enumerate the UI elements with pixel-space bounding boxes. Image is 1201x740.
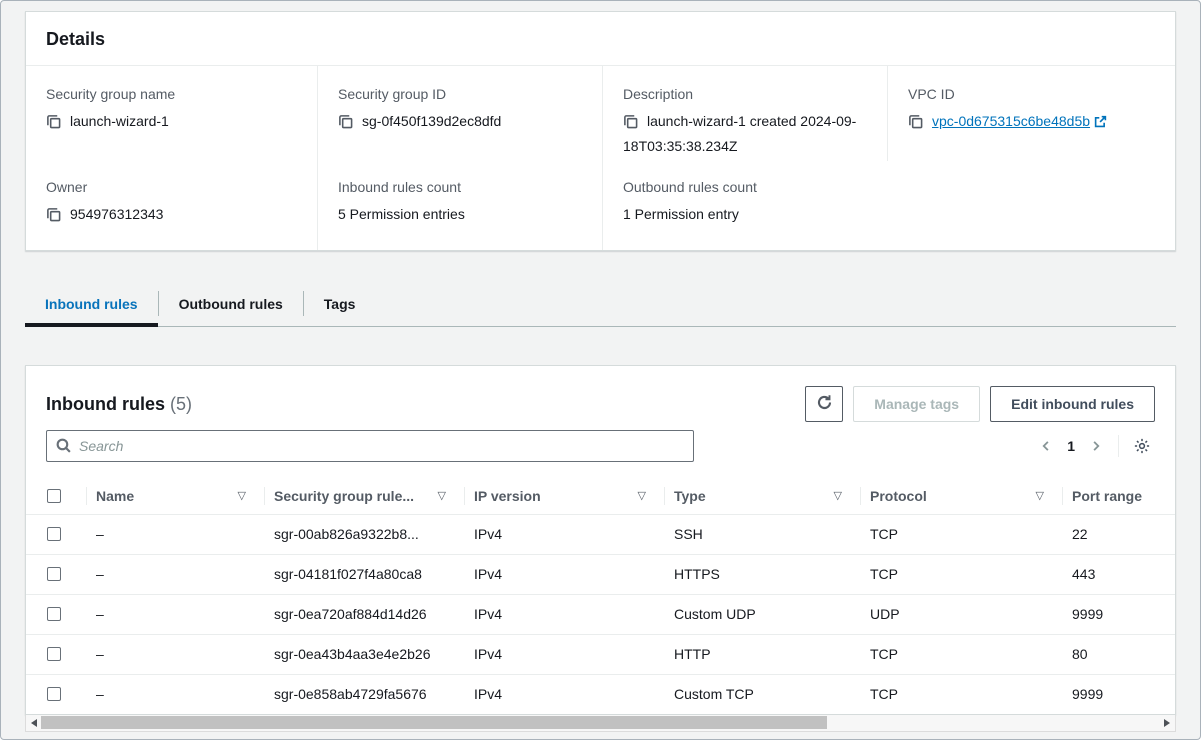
previous-page-button[interactable] — [1034, 434, 1058, 458]
column-header-ip-version: IP version▽ — [464, 478, 664, 514]
edit-inbound-rules-button[interactable]: Edit inbound rules — [990, 386, 1155, 422]
filter-icon[interactable]: ▽ — [638, 489, 654, 502]
row-checkbox[interactable] — [47, 567, 61, 581]
scroll-left-arrow[interactable] — [26, 715, 42, 730]
field-inbound-rules-count: Inbound rules count 5 Permission entries — [317, 161, 602, 250]
field-outbound-rules-count: Outbound rules count 1 Permission entry — [602, 161, 887, 250]
manage-tags-button[interactable]: Manage tags — [853, 386, 980, 422]
field-owner: Owner 954976312343 — [26, 161, 317, 250]
filter-icon[interactable]: ▽ — [238, 489, 254, 502]
copy-icon[interactable] — [908, 113, 923, 135]
security-group-page: Details Security group name launch-wizar… — [0, 0, 1201, 740]
field-description: Description launch-wizard-1 created 2024… — [602, 66, 887, 161]
search-input[interactable] — [46, 430, 694, 462]
search-box — [46, 430, 694, 462]
row-checkbox[interactable] — [47, 607, 61, 621]
field-security-group-id: Security group ID sg-0f450f139d2ec8dfd — [317, 66, 602, 161]
row-checkbox[interactable] — [47, 687, 61, 701]
inbound-rules-table: Name▽ Security group rule...▽ IP version… — [26, 478, 1175, 714]
pagination: 1 — [1034, 433, 1155, 459]
table-toolbar: 1 — [26, 430, 1175, 478]
vpc-id-link[interactable]: vpc-0d675315c6be48d5b — [932, 113, 1090, 129]
settings-gear-icon[interactable] — [1129, 433, 1155, 459]
pagination-divider — [1118, 435, 1119, 457]
tab-outbound-rules[interactable]: Outbound rules — [159, 281, 303, 326]
table-row: – sgr-0ea720af884d14d26 IPv4 Custom UDP … — [26, 594, 1175, 634]
scroll-right-icon — [1164, 719, 1170, 727]
inbound-rules-header: Inbound rules (5) Manage tags Edit inbou… — [26, 366, 1175, 430]
row-checkbox[interactable] — [47, 647, 61, 661]
column-header-type: Type▽ — [664, 478, 860, 514]
table-row: – sgr-0ea43b4aa3e4e2b26 IPv4 HTTP TCP 80 — [26, 634, 1175, 674]
details-grid-spacer — [887, 161, 1175, 250]
copy-icon[interactable] — [46, 206, 61, 228]
column-header-protocol: Protocol▽ — [860, 478, 1062, 514]
column-header-rule-id: Security group rule...▽ — [264, 478, 464, 514]
field-security-group-name: Security group name launch-wizard-1 — [26, 66, 317, 161]
table-row: – sgr-00ab826a9322b8... IPv4 SSH TCP 22 — [26, 514, 1175, 554]
table-row: – sgr-04181f027f4a80ca8 IPv4 HTTPS TCP 4… — [26, 554, 1175, 594]
scroll-left-icon — [31, 719, 37, 727]
horizontal-scrollbar — [25, 715, 1176, 732]
inbound-rules-card: Inbound rules (5) Manage tags Edit inbou… — [25, 365, 1176, 715]
scroll-right-arrow[interactable] — [1159, 715, 1175, 730]
external-link-icon — [1094, 112, 1107, 134]
details-card-header: Details — [26, 12, 1175, 66]
inbound-rules-title: Inbound rules (5) — [46, 394, 192, 415]
filter-icon[interactable]: ▽ — [438, 489, 454, 502]
filter-icon[interactable]: ▽ — [1036, 489, 1052, 502]
tab-tags[interactable]: Tags — [304, 281, 376, 326]
details-card: Details Security group name launch-wizar… — [25, 11, 1176, 251]
details-grid-row2: Owner 954976312343 Inbound rules count 5… — [26, 161, 1175, 250]
select-all-checkbox[interactable] — [47, 489, 61, 503]
scrollbar-thumb[interactable] — [41, 716, 827, 729]
tab-inbound-rules[interactable]: Inbound rules — [25, 281, 158, 326]
next-page-button[interactable] — [1084, 434, 1108, 458]
refresh-icon — [816, 394, 833, 414]
details-title: Details — [46, 29, 105, 49]
column-header-name: Name▽ — [86, 478, 264, 514]
page-number[interactable]: 1 — [1058, 438, 1084, 454]
row-checkbox[interactable] — [47, 527, 61, 541]
filter-icon[interactable]: ▽ — [834, 489, 850, 502]
search-icon — [55, 437, 72, 459]
inbound-rules-count-badge: (5) — [170, 394, 192, 414]
tab-bar: Inbound rules Outbound rules Tags — [25, 281, 1176, 327]
copy-icon[interactable] — [46, 113, 61, 135]
details-grid-row1: Security group name launch-wizard-1 Secu… — [26, 66, 1175, 161]
column-header-port-range: Port range — [1062, 478, 1175, 514]
table-row: – sgr-0e858ab4729fa5676 IPv4 Custom TCP … — [26, 674, 1175, 714]
table-header-row: Name▽ Security group rule...▽ IP version… — [26, 478, 1175, 514]
copy-icon[interactable] — [623, 113, 638, 135]
copy-icon[interactable] — [338, 113, 353, 135]
field-vpc-id: VPC ID vpc-0d675315c6be48d5b — [887, 66, 1175, 161]
refresh-button[interactable] — [805, 386, 843, 422]
select-all-header — [26, 478, 86, 514]
